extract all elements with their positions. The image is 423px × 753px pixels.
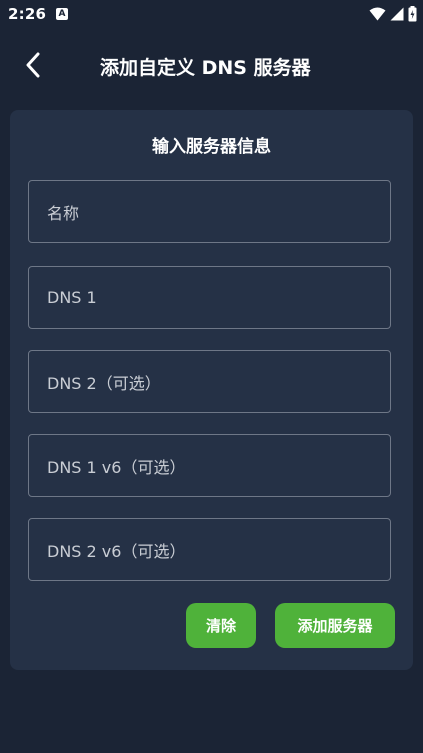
wifi-icon [369, 7, 386, 21]
dns2-field-placeholder: DNS 2（可选） [47, 373, 161, 393]
dns2-v6-field-placeholder: DNS 2 v6（可选） [47, 541, 186, 561]
battery-icon [408, 6, 417, 22]
signal-icon [390, 7, 404, 21]
dns1-v6-field[interactable]: DNS 1 v6（可选） [28, 434, 391, 497]
name-field-placeholder: 名称 [47, 203, 80, 223]
status-time: 2:26 [8, 5, 47, 23]
app-bar: 添加自定义 DNS 服务器 [0, 40, 423, 92]
page-title: 添加自定义 DNS 服务器 [100, 57, 311, 79]
dns2-field[interactable]: DNS 2（可选） [28, 350, 391, 413]
status-icons [369, 6, 417, 22]
dns1-field-placeholder: DNS 1 [47, 288, 97, 307]
dns1-v6-field-placeholder: DNS 1 v6（可选） [47, 457, 186, 477]
name-field[interactable]: 名称 [28, 180, 391, 243]
dns2-v6-field[interactable]: DNS 2 v6（可选） [28, 518, 391, 581]
chevron-left-icon [26, 52, 40, 78]
add-server-button[interactable]: 添加服务器 [275, 603, 395, 648]
clear-button[interactable]: 清除 [186, 603, 256, 648]
back-button[interactable] [16, 48, 50, 82]
a-icon: A [56, 8, 68, 20]
status-bar: 2:26 A [0, 0, 423, 30]
form-title: 输入服务器信息 [152, 137, 271, 157]
server-info-card: 输入服务器信息 名称 DNS 1 DNS 2（可选） DNS 1 v6（可选） … [10, 110, 413, 670]
dns1-field[interactable]: DNS 1 [28, 266, 391, 329]
